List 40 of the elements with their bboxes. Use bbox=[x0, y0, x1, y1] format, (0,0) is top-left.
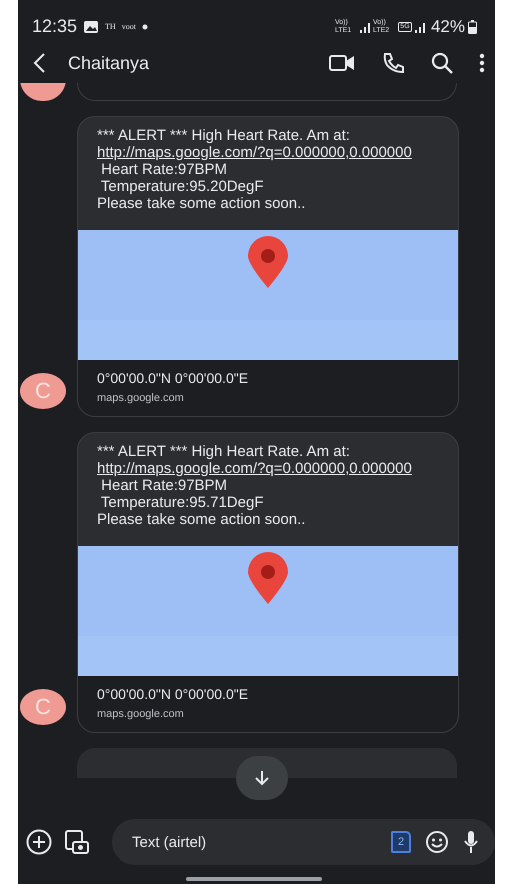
link-domain: maps.google.com bbox=[97, 708, 185, 720]
notification-label: TH bbox=[105, 22, 116, 31]
status-time: 12:35 bbox=[32, 16, 78, 37]
more-icon bbox=[479, 53, 485, 73]
message-field[interactable]: Text (airtel) 2 bbox=[112, 819, 495, 865]
avatar bbox=[20, 83, 66, 101]
message-text: *** ALERT *** High Heart Rate. Am at: bbox=[97, 443, 351, 460]
phone-icon bbox=[381, 51, 405, 75]
search-icon bbox=[431, 52, 453, 74]
notification-label: voot bbox=[122, 22, 136, 31]
battery-level: 42% bbox=[430, 16, 465, 36]
signal-icon bbox=[360, 20, 370, 32]
signal-icon bbox=[414, 20, 425, 32]
message-text: Please take some action soon.. bbox=[97, 195, 306, 212]
dot-icon bbox=[142, 24, 148, 30]
scroll-down-button[interactable] bbox=[236, 756, 288, 800]
message-text: Heart Rate:97BPM bbox=[100, 161, 228, 178]
message-text: Temperature:95.71DegF bbox=[100, 494, 264, 511]
message-text: Heart Rate:97BPM bbox=[100, 477, 228, 494]
location-title: 0°00'00.0"N 0°00'00.0"E bbox=[97, 686, 250, 702]
contact-name: Chaitanya bbox=[68, 52, 150, 74]
message-link[interactable]: http://maps.google.com/?q=0.000000,0.000000 bbox=[97, 460, 440, 477]
emoji-icon[interactable] bbox=[425, 830, 449, 854]
message-link[interactable]: http://maps.google.com/?q=0.000000,0.000000 bbox=[97, 144, 440, 161]
back-icon bbox=[32, 52, 46, 74]
image-icon bbox=[83, 20, 100, 34]
video-camera-icon bbox=[329, 53, 355, 73]
arrow-down-icon bbox=[255, 770, 269, 786]
link-domain: maps.google.com bbox=[97, 392, 185, 404]
message-text: Temperature:95.20DegF bbox=[100, 178, 264, 195]
location-title: 0°00'00.0"N 0°00'00.0"E bbox=[97, 370, 250, 386]
sim-badge[interactable]: 2 bbox=[391, 831, 411, 853]
battery-icon bbox=[468, 20, 477, 34]
microphone-icon[interactable] bbox=[463, 830, 479, 854]
message-text: *** ALERT *** High Heart Rate. Am at: bbox=[97, 127, 351, 144]
plus-circle-icon bbox=[26, 829, 52, 855]
avatar: C bbox=[20, 689, 66, 725]
avatar: C bbox=[20, 373, 66, 409]
message-text: Please take some action soon.. bbox=[97, 511, 306, 528]
gallery-icon bbox=[64, 829, 90, 855]
